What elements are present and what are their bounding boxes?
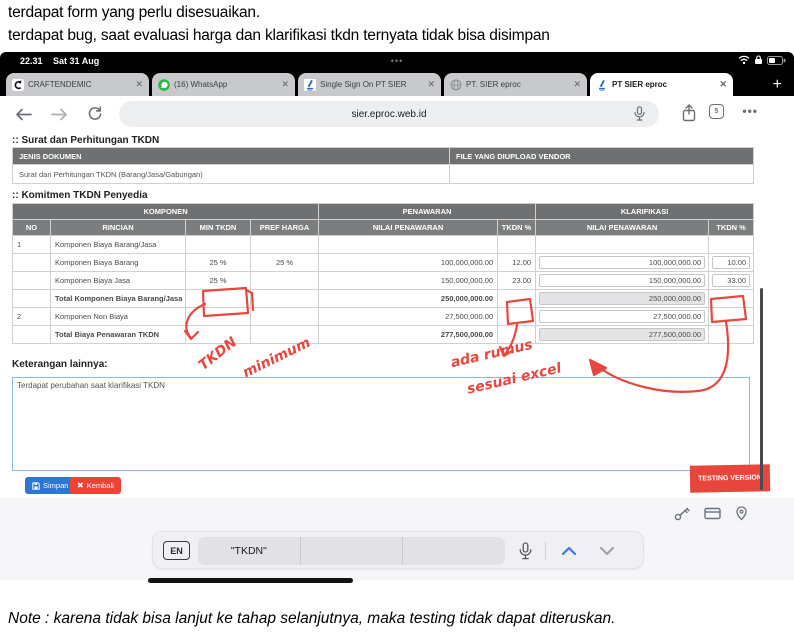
share-button[interactable] bbox=[682, 104, 696, 122]
whatsapp-icon bbox=[158, 78, 170, 91]
mic-icon[interactable] bbox=[634, 106, 645, 124]
klarifikasi-nilai-input[interactable] bbox=[539, 292, 706, 305]
dokumen-table-body: Surat dan Perhitungan TKDN (Barang/Jasa/… bbox=[12, 164, 754, 184]
wifi-icon bbox=[738, 52, 750, 70]
col-nilai-penawaran: NILAI PENAWARAN bbox=[318, 219, 499, 236]
status-dots: ••• bbox=[390, 56, 404, 66]
page-scrollbar[interactable] bbox=[760, 288, 763, 490]
close-tab-icon[interactable]: ✕ bbox=[427, 79, 435, 90]
back-kembali-button[interactable]: ✖ Kembali bbox=[70, 477, 121, 494]
tabs-button[interactable]: 5 bbox=[709, 104, 724, 119]
klarifikasi-nilai-input[interactable] bbox=[539, 328, 706, 341]
close-tab-icon[interactable]: ✕ bbox=[281, 79, 289, 90]
klarifikasi-nilai-input[interactable] bbox=[539, 310, 706, 323]
close-tab-icon[interactable]: ✕ bbox=[573, 79, 581, 90]
table-row: Komponen Biaya Barang 25 % 25 % 100,000,000… bbox=[12, 253, 755, 272]
back-button[interactable] bbox=[12, 105, 34, 123]
more-menu-button[interactable]: ••• bbox=[742, 104, 758, 118]
group-header-komponen: KOMPONEN bbox=[11, 203, 320, 220]
suggestion-tkdn[interactable]: "TKDN" bbox=[198, 537, 300, 565]
col-rincian: RINCIAN bbox=[50, 219, 186, 236]
tab-title: (16) WhatsApp bbox=[174, 80, 228, 89]
credit-card-icon[interactable] bbox=[704, 507, 721, 525]
tab-title: Single Sign On PT SIER bbox=[320, 80, 407, 89]
table-row: 2 Komponen Non Biaya 27,500,000.00 bbox=[12, 307, 755, 326]
tab-title: PT. SIER eproc bbox=[466, 80, 521, 89]
col-tkdn-penawaran: TKDN % bbox=[497, 219, 537, 236]
section-title-komitmen: :: Komitmen TKDN Penyedia bbox=[12, 190, 148, 201]
chevron-down-icon[interactable] bbox=[595, 539, 619, 563]
table-row: Surat dan Perhitungan TKDN (Barang/Jasa/… bbox=[12, 164, 754, 184]
tab-title: CRAFTENDEMIC bbox=[28, 80, 92, 89]
web-page: :: Surat dan Perhitungan TKDN JENIS DOKU… bbox=[0, 132, 794, 498]
battery-icon bbox=[767, 52, 786, 70]
suggestion-empty-1[interactable] bbox=[299, 537, 403, 565]
sier-icon bbox=[596, 78, 608, 91]
table-row: Komponen Biaya Jasa 25 % 150,000,000.00 23.… bbox=[12, 271, 755, 290]
table-row: Total Biaya Penawaran TKDN 277,500,000.00 bbox=[12, 325, 755, 344]
close-tab-icon[interactable]: ✕ bbox=[719, 79, 727, 90]
save-button[interactable]: Simpan bbox=[25, 477, 76, 494]
tab-pt-sier-eproc[interactable]: PT. SIER eproc ✕ bbox=[444, 73, 587, 96]
keterangan-label: Keterangan lainnya: bbox=[12, 359, 108, 370]
lock-icon bbox=[754, 52, 763, 70]
note-line-1: terdapat form yang perlu disesuaikan. bbox=[8, 4, 260, 21]
keterangan-textarea[interactable]: Terdapat perubahan saat klarifikasi TKDN bbox=[12, 377, 750, 471]
forward-button[interactable] bbox=[48, 105, 70, 123]
tab-count: 5 bbox=[709, 104, 724, 119]
home-indicator[interactable] bbox=[148, 578, 353, 583]
tab-single-sign-on-pt-sier[interactable]: Single Sign On PT SIER ✕ bbox=[298, 73, 441, 96]
dictation-mic-icon[interactable] bbox=[513, 539, 537, 563]
col-no: NO bbox=[12, 219, 51, 236]
keyboard-suggestion-bar: EN "TKDN" bbox=[152, 531, 644, 569]
bottom-note: Note : karena tidak bisa lanjut ke tahap… bbox=[8, 610, 616, 627]
suggestion-strip: "TKDN" bbox=[198, 537, 505, 565]
col-file-upload: FILE YANG DIUPLOAD VENDOR bbox=[449, 147, 754, 165]
tab-title: PT SIER eproc bbox=[612, 80, 668, 89]
table-row: Total Komponen Biaya Barang/Jasa 250,000,… bbox=[12, 289, 755, 308]
note-line-2: terdapat bug, saat evaluasi harga dan kl… bbox=[8, 27, 550, 44]
testing-version-badge: TESTING VERSION bbox=[689, 464, 771, 493]
globe-icon bbox=[450, 79, 462, 91]
password-key-icon[interactable] bbox=[674, 507, 690, 526]
col-min-tkdn: MIN TKDN bbox=[185, 219, 251, 236]
group-header-klarifikasi: KLARIFIKASI bbox=[535, 203, 755, 220]
location-pin-icon[interactable] bbox=[735, 506, 748, 526]
dokumen-table: JENIS DOKUMEN FILE YANG DIUPLOAD VENDOR … bbox=[12, 147, 754, 184]
craftendemic-icon bbox=[12, 78, 24, 91]
klarifikasi-tkdn-input[interactable] bbox=[712, 256, 751, 269]
status-bar: 22.31 Sat 31 Aug ••• bbox=[0, 52, 794, 70]
keyboard-language-key[interactable]: EN bbox=[163, 541, 190, 560]
ipad-screenshot: 22.31 Sat 31 Aug ••• CRAFTENDEMIC ✕ (16) W… bbox=[0, 52, 794, 583]
tab-pt-sier-eproc[interactable]: PT SIER eproc ✕ bbox=[590, 73, 733, 96]
group-header-penawaran: PENAWARAN bbox=[318, 203, 537, 220]
col-jenis-dokumen: JENIS DOKUMEN bbox=[12, 147, 450, 165]
klarifikasi-nilai-input[interactable] bbox=[539, 274, 706, 287]
col-tkdn-klarifikasi: TKDN % bbox=[708, 219, 755, 236]
section-title-surat: :: Surat dan Perhitungan TKDN bbox=[12, 135, 160, 146]
komitmen-table: KOMPONEN PENAWARAN KLARIFIKASI NO RINCIA… bbox=[11, 203, 755, 344]
reload-button[interactable] bbox=[84, 105, 106, 123]
keyboard-accessory-area: EN "TKDN" bbox=[0, 498, 794, 583]
new-tab-button[interactable]: + bbox=[773, 73, 782, 96]
sier-icon bbox=[304, 78, 316, 91]
col-pref-harga: PREF HARGA bbox=[249, 219, 320, 236]
komitmen-table-body: 1 Komponen Biaya Barang/Jasa Komponen Biay… bbox=[12, 235, 755, 344]
chevron-up-icon[interactable] bbox=[557, 539, 581, 563]
col-nilai-klarifikasi: NILAI PENAWARAN bbox=[535, 219, 710, 236]
divider bbox=[545, 542, 546, 560]
table-row: 1 Komponen Biaya Barang/Jasa bbox=[12, 235, 755, 254]
tab-16-whatsapp[interactable]: (16) WhatsApp ✕ bbox=[152, 73, 295, 96]
url-text: sier.eproc.web.id bbox=[351, 108, 427, 120]
screenshot-root: terdapat form yang perlu disesuaikan. te… bbox=[0, 0, 794, 641]
suggestion-empty-2[interactable] bbox=[402, 537, 505, 565]
browser-toolbar: sier.eproc.web.id 5 ••• bbox=[0, 96, 794, 132]
tab-craftendemic[interactable]: CRAFTENDEMIC ✕ bbox=[6, 73, 149, 96]
url-field[interactable]: sier.eproc.web.id bbox=[119, 101, 659, 127]
close-tab-icon[interactable]: ✕ bbox=[135, 79, 143, 90]
klarifikasi-nilai-input[interactable] bbox=[539, 256, 706, 269]
klarifikasi-tkdn-input[interactable] bbox=[712, 274, 751, 287]
tab-bar: CRAFTENDEMIC ✕ (16) WhatsApp ✕ Single Sign O… bbox=[0, 70, 794, 96]
